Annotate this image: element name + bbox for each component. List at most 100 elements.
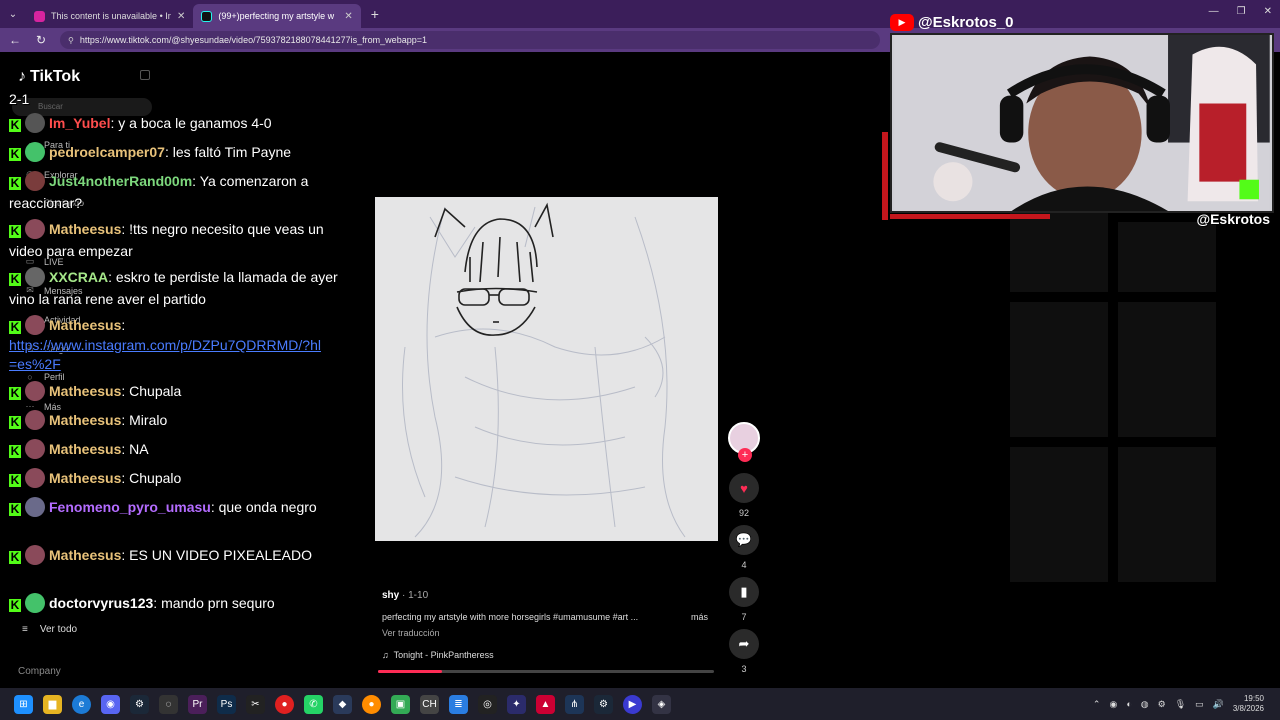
share-button[interactable]: ➦ — [729, 629, 759, 659]
tiktok-logo[interactable]: ♪ TikTok — [18, 68, 80, 86]
kick-icon: K — [9, 473, 21, 487]
steam-icon[interactable]: ⚙ — [130, 694, 149, 714]
video-author[interactable]: shy · 1-10 — [382, 590, 722, 601]
notes-icon[interactable]: ≣ — [449, 694, 468, 714]
app-icon[interactable]: ▲ — [536, 694, 555, 714]
app-icon[interactable]: ▣ — [391, 694, 410, 714]
share-count: 3 — [741, 664, 747, 674]
tiktok-icon — [201, 10, 213, 22]
tray-app-icon[interactable]: ◐ — [1126, 699, 1131, 709]
tab-instagram[interactable]: This content is unavailable • Insta ✕ — [26, 4, 193, 28]
file-explorer-icon[interactable]: ▆ — [43, 694, 62, 714]
avatar — [25, 315, 45, 335]
whatsapp-icon[interactable]: ✆ — [304, 694, 323, 714]
app-icon[interactable]: ◌ — [159, 694, 178, 714]
chat-message: K Matheesus: !tts negro necesito que veas… — [9, 219, 324, 259]
premiere-icon[interactable]: Pr — [188, 694, 207, 714]
chat-username: Matheesus — [49, 383, 122, 399]
heart-icon: ♥ — [740, 480, 748, 496]
follow-plus-icon[interactable]: + — [738, 448, 752, 462]
chrome-tray-icon[interactable]: ◉ — [1109, 699, 1117, 710]
more-link[interactable]: más — [691, 612, 708, 622]
volume-icon[interactable]: 🔊 — [1213, 699, 1224, 710]
back-icon[interactable]: ← — [8, 33, 22, 47]
ver-todo-label: Ver todo — [39, 624, 78, 635]
edge-browser-icon[interactable]: e — [72, 694, 91, 714]
video-progress-bar[interactable] — [378, 670, 714, 673]
music-note-icon: ♫ — [382, 650, 389, 660]
chat-text: Miralo — [129, 412, 168, 428]
avatar — [25, 410, 45, 430]
chat-message: K Just4notherRand00m: Ya comenzaron a rea… — [9, 171, 309, 211]
bookmark-icon: ▮ — [740, 584, 748, 599]
youtube-handle: @Eskrotos_0 — [918, 13, 1014, 31]
app-icon[interactable]: CH — [420, 694, 439, 714]
chat-username: Im_Yubel — [49, 115, 111, 131]
minimize-icon[interactable]: — — [1209, 6, 1219, 17]
app-icon[interactable]: ◈ — [652, 694, 671, 714]
comment-button[interactable]: 💬 — [729, 525, 759, 555]
chat-message: K Matheesus: Miralo — [9, 410, 168, 430]
close-tab-icon[interactable]: ✕ — [177, 11, 185, 22]
company-link[interactable]: Company — [18, 666, 61, 677]
kick-icon: K — [9, 444, 21, 458]
discord-icon[interactable]: ◉ — [101, 694, 120, 714]
obs-icon[interactable]: ◎ — [478, 694, 497, 714]
tiktok-note-icon: ♪ — [18, 68, 26, 85]
url-field[interactable]: ⚲ https://www.tiktok.com/@shyesundae/vid… — [60, 31, 880, 49]
capcut-icon[interactable]: ✂ — [246, 694, 265, 714]
close-window-icon[interactable]: ✕ — [1264, 6, 1272, 17]
video-meta: shy · 1-10 perfecting my artstyle with m… — [382, 590, 722, 660]
collapse-sidebar-icon[interactable] — [140, 70, 150, 80]
chat-message: Kdoctorvyrus123: mando prn sequro — [9, 593, 275, 613]
app-icon[interactable]: ⋔ — [565, 694, 584, 714]
site-info-icon[interactable]: ⚲ — [68, 36, 74, 45]
app-icon[interactable]: ● — [362, 694, 381, 714]
save-button[interactable]: ▮ — [729, 577, 759, 607]
windows-start-icon[interactable]: ⊞ — [14, 694, 33, 714]
comment-icon: 💬 — [735, 532, 753, 547]
tab-title: (99+)perfecting my artstyle w — [218, 11, 335, 21]
url-text: https://www.tiktok.com/@shyesundae/video… — [79, 35, 427, 45]
chat-link[interactable]: https://www.instagram.com/p/DZPu7QDRRMD/… — [9, 336, 324, 374]
app-icon[interactable]: ▶ — [623, 694, 642, 714]
clock-time: 19:50 — [1243, 694, 1264, 703]
avatar — [25, 545, 45, 565]
chat-message: K Matheesus: https://www.instagram.com/p/… — [9, 314, 339, 375]
video-player[interactable] — [375, 197, 718, 541]
chat-message: K Im_Yubel: y a boca le ganamos 4-0 — [9, 113, 272, 133]
microphone-icon[interactable]: 🎙 — [1175, 699, 1186, 710]
app-icon[interactable]: ◆ — [333, 694, 352, 714]
chat-text: NA — [129, 441, 149, 457]
maximize-icon[interactable]: ❐ — [1237, 6, 1246, 17]
steam-tray-icon[interactable]: ⚙ — [1158, 699, 1166, 710]
new-tab-button[interactable]: + — [361, 6, 389, 22]
record-icon[interactable]: ● — [275, 694, 294, 714]
kick-icon: K — [9, 386, 21, 400]
ver-todo-link[interactable]: ≡ Ver todo — [22, 624, 77, 635]
photoshop-icon[interactable]: Ps — [217, 694, 236, 714]
reload-icon[interactable]: ↻ — [34, 33, 48, 47]
avatar — [25, 142, 45, 162]
close-tab-icon[interactable]: ✕ — [344, 11, 352, 22]
clock[interactable]: 19:50 3/8/2026 — [1233, 694, 1264, 714]
logo-text: TikTok — [30, 68, 81, 85]
network-icon[interactable]: ▭ — [1195, 699, 1204, 710]
steam-icon[interactable]: ⚙ — [594, 694, 613, 714]
app-icon[interactable]: ✦ — [507, 694, 526, 714]
author-name: shy — [382, 590, 400, 601]
avatar — [25, 113, 45, 133]
translate-link[interactable]: Ver traducción — [382, 628, 722, 638]
music-link[interactable]: ♫ Tonight - PinkPantheress — [382, 650, 722, 660]
discord-tray-icon[interactable]: ◍ — [1141, 699, 1149, 710]
grid-tile — [1010, 222, 1108, 292]
chat-text: ES UN VIDEO PIXEALEADO — [129, 547, 312, 563]
like-button[interactable]: ♥ — [729, 473, 759, 503]
avatar — [25, 468, 45, 488]
grid-tile — [1010, 447, 1108, 582]
tab-list-icon[interactable]: ⌄ — [0, 0, 26, 28]
chevron-up-icon[interactable]: ⌃ — [1093, 699, 1101, 710]
window-controls: — ❐ ✕ — [1209, 6, 1272, 17]
description-text: perfecting my artstyle with more horsegi… — [382, 612, 639, 622]
tab-tiktok[interactable]: (99+)perfecting my artstyle w ✕ — [193, 4, 361, 28]
